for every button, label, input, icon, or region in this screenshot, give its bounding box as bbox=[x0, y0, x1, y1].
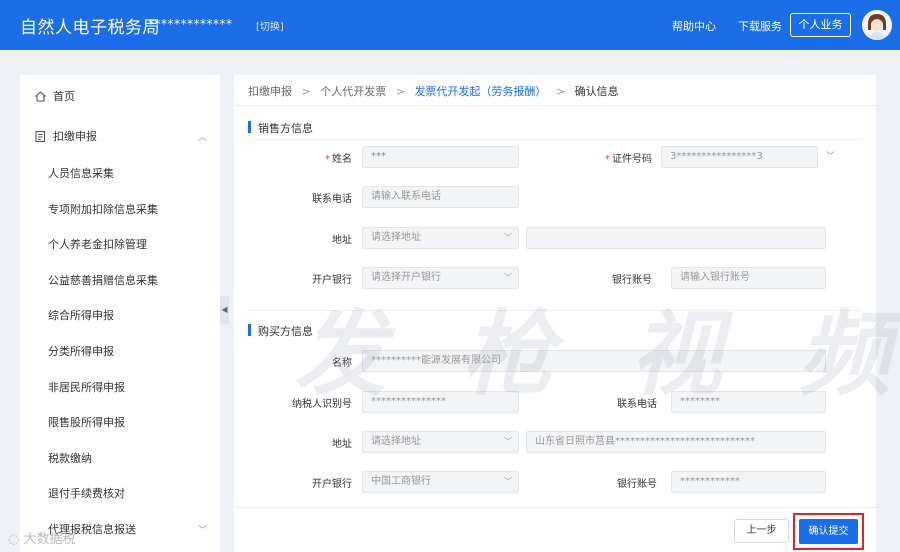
required-mark: * bbox=[605, 154, 610, 165]
switch-identity-link[interactable]: [切换] bbox=[256, 18, 284, 33]
chevron-left-icon: ◀ bbox=[221, 305, 228, 314]
section-divider bbox=[248, 139, 862, 140]
seller-section-title: 销售方信息 bbox=[248, 120, 313, 136]
help-center-link[interactable]: 帮助中心 bbox=[672, 18, 716, 34]
seller-address-select[interactable]: 请选择地址 ﹀ bbox=[362, 227, 519, 249]
sidebar-item-label: 首页 bbox=[53, 90, 75, 103]
buyer-address-detail-field[interactable]: 山东省日照市莒县**************************** bbox=[526, 431, 826, 453]
buyer-bank-label: 开户银行 bbox=[312, 479, 352, 490]
seller-name-label-text: 姓名 bbox=[332, 154, 352, 165]
download-service-link[interactable]: 下载服务 bbox=[738, 18, 782, 34]
chevron-down-icon[interactable]: ﹀ bbox=[826, 149, 835, 162]
document-icon bbox=[35, 130, 46, 142]
seller-name-field[interactable]: *** bbox=[362, 146, 519, 168]
seller-phone-field[interactable]: 请输入联系电话 bbox=[362, 186, 519, 208]
previous-step-button[interactable]: 上一步 bbox=[734, 519, 789, 543]
corner-watermark: ◌ 大数据税 bbox=[8, 528, 76, 547]
sidebar-item-home[interactable]: 首页 bbox=[34, 88, 75, 104]
seller-address-label: 地址 bbox=[332, 235, 352, 246]
masked-user-name: ************* bbox=[148, 17, 233, 31]
sidebar-item-charity[interactable]: 公益慈善捐赠信息采集 bbox=[48, 272, 158, 288]
center-watermark: 发 枪 视 频 bbox=[294, 301, 900, 408]
breadcrumb-confirm-info: 确认信息 bbox=[574, 85, 619, 98]
chevron-down-icon: ﹀ bbox=[504, 437, 512, 446]
app-title: 自然人电子税务局 bbox=[20, 18, 160, 38]
sidebar-item-person-info[interactable]: 人员信息采集 bbox=[48, 165, 114, 181]
buyer-address-placeholder: 请选择地址 bbox=[371, 436, 421, 447]
required-mark: * bbox=[325, 154, 330, 165]
breadcrumb-invoice-start[interactable]: 发票代开发起（劳务报酬） bbox=[414, 85, 546, 98]
buyer-address-select[interactable]: 请选择地址 ﹀ bbox=[362, 431, 519, 453]
personal-business-button[interactable]: 个人业务 bbox=[790, 13, 851, 37]
breadcrumb-personal-invoice[interactable]: 个人代开发票 bbox=[320, 85, 386, 98]
seller-id-label-text: 证件号码 bbox=[612, 154, 652, 165]
sidebar-item-withholding[interactable]: 扣缴申报 bbox=[34, 128, 97, 144]
seller-id-label: * 证件号码 bbox=[574, 150, 652, 165]
sidebar-item-label: 扣缴申报 bbox=[53, 130, 97, 143]
sidebar-item-classified-income[interactable]: 分类所得申报 bbox=[48, 343, 114, 359]
seller-name-label: * 姓名 bbox=[294, 150, 352, 165]
user-avatar-icon bbox=[862, 10, 892, 40]
corner-watermark-text: 大数据税 bbox=[23, 532, 76, 547]
buyer-account-label: 银行账号 bbox=[617, 479, 657, 490]
chevron-up-icon[interactable]: ︿ bbox=[198, 130, 207, 143]
top-header: 自然人电子税务局 ************* [切换] 帮助中心 下载服务 个人… bbox=[0, 0, 900, 50]
buyer-address-label: 地址 bbox=[332, 439, 352, 450]
sidebar-item-refund-fee[interactable]: 退付手续费核对 bbox=[48, 485, 125, 501]
seller-address-detail-field[interactable] bbox=[526, 227, 826, 249]
chevron-down-icon: ﹀ bbox=[504, 477, 512, 486]
sidebar-item-special-deduction[interactable]: 专项附加扣除信息采集 bbox=[48, 201, 158, 217]
main-panel: 扣缴申报 > 个人代开发票 > 发票代开发起（劳务报酬） > 确认信息 销售方信… bbox=[234, 75, 890, 552]
seller-id-field[interactable]: 3****************3 bbox=[661, 146, 818, 168]
sidebar-item-nonresident-income[interactable]: 非居民所得申报 bbox=[48, 379, 125, 395]
breadcrumb-withholding[interactable]: 扣缴申报 bbox=[248, 85, 292, 98]
breadcrumb-divider bbox=[234, 105, 876, 106]
breadcrumb-separator: > bbox=[555, 85, 566, 98]
home-icon bbox=[35, 90, 46, 102]
buyer-bank-select[interactable]: 中国工商银行 ﹀ bbox=[362, 471, 519, 493]
sidebar: 首页 扣缴申报 ︿ 人员信息采集 专项附加扣除信息采集 个人养老金扣除管理 公益… bbox=[20, 75, 220, 552]
sidebar-item-restricted-stock[interactable]: 限售股所得申报 bbox=[48, 414, 125, 430]
sidebar-item-pension[interactable]: 个人养老金扣除管理 bbox=[48, 236, 147, 252]
submit-highlight-box: 确认提交 bbox=[793, 513, 864, 550]
avatar[interactable] bbox=[862, 10, 892, 40]
breadcrumb: 扣缴申报 > 个人代开发票 > 发票代开发起（劳务报酬） > 确认信息 bbox=[248, 83, 625, 99]
seller-address-placeholder: 请选择地址 bbox=[371, 232, 421, 243]
footer-divider bbox=[234, 507, 876, 508]
chevron-down-icon: ﹀ bbox=[504, 233, 512, 242]
sidebar-item-comprehensive-income[interactable]: 综合所得申报 bbox=[48, 307, 114, 323]
watermark-logo-icon: ◌ bbox=[8, 532, 20, 547]
confirm-submit-button[interactable]: 确认提交 bbox=[799, 519, 858, 544]
buyer-bank-value: 中国工商银行 bbox=[371, 476, 431, 487]
seller-phone-label: 联系电话 bbox=[312, 194, 352, 205]
sidebar-item-tax-payment[interactable]: 税款缴纳 bbox=[48, 450, 92, 466]
collapse-sidebar-button[interactable]: ◀ bbox=[220, 296, 229, 324]
breadcrumb-separator: > bbox=[301, 85, 311, 98]
breadcrumb-separator: > bbox=[395, 85, 405, 98]
buyer-account-field[interactable]: ************ bbox=[671, 471, 826, 493]
chevron-down-icon[interactable]: ﹀ bbox=[198, 523, 207, 536]
